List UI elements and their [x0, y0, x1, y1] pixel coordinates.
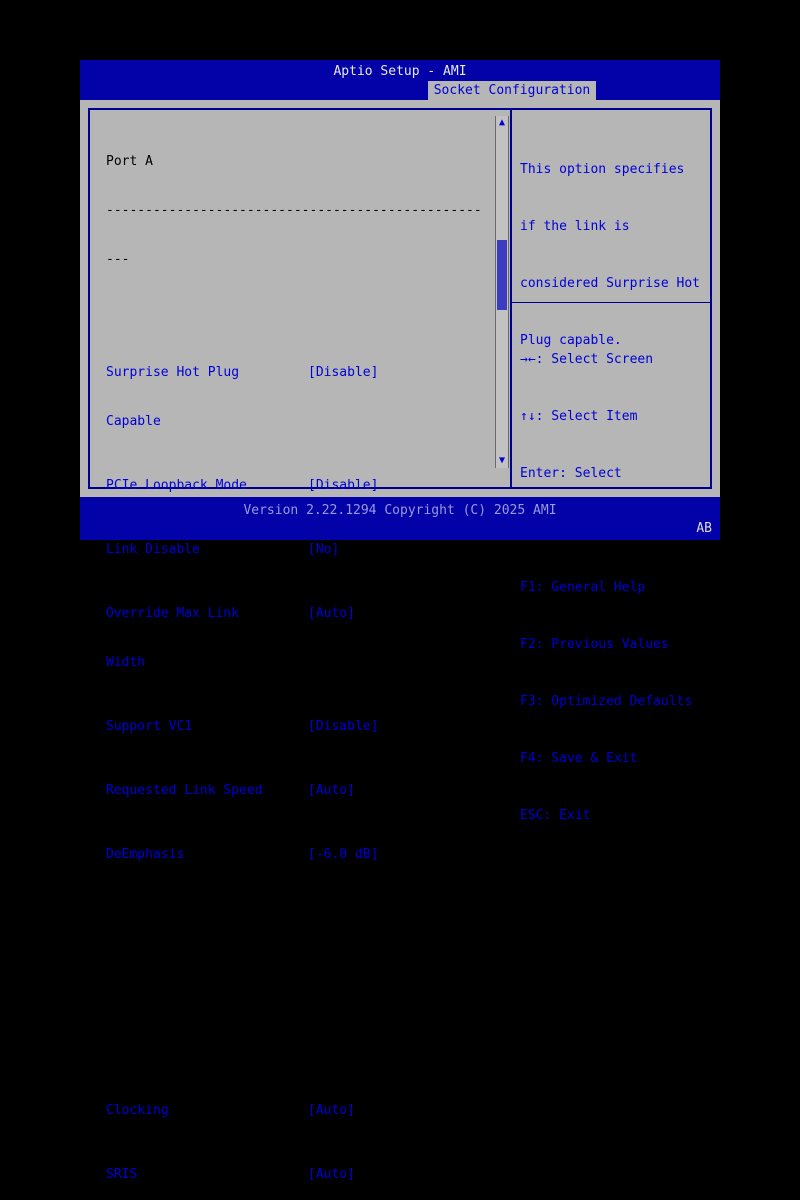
option-clocking[interactable]: Clocking [Auto]	[106, 1101, 486, 1120]
scrollbar[interactable]: ▲ ▼	[495, 116, 509, 468]
option-label: Support VC1	[106, 719, 193, 734]
options-panel: Port A ---------------------------------…	[90, 110, 512, 1182]
info-label: Current Link Width	[106, 975, 247, 990]
tab-socket-configuration[interactable]: Socket Configuration	[428, 81, 596, 100]
info-label: Max Link Width	[106, 911, 216, 926]
option-label: Requested Link Speed	[106, 783, 263, 798]
option-label: Link Disable	[106, 542, 200, 557]
option-sris[interactable]: SRIS [Auto]	[106, 1165, 486, 1184]
option-label: Clocking	[106, 1103, 169, 1118]
page-title: Aptio Setup - AMI	[333, 64, 467, 79]
help-line: This option specifies	[520, 162, 685, 177]
key-legend: →←: Select Screen ↑↓: Select Item Enter:…	[520, 312, 708, 863]
option-pcie-loopback-mode[interactable]: PCIe Loopback Mode [Disable]	[106, 476, 486, 495]
header-bar: Aptio Setup - AMI Socket Configuration	[80, 60, 720, 100]
option-label: PCIe Loopback Mode	[106, 478, 247, 493]
option-override-max-link-width-line2[interactable]: Width	[106, 653, 486, 672]
info-current-link-speed: Current Link Speed Gen2 (5.0 GT/s)	[106, 1037, 486, 1056]
option-label-wrap: Capable	[106, 414, 161, 429]
info-value: Width x1	[308, 975, 371, 990]
key-hint-f3: F3: Optimized Defaults	[520, 694, 693, 709]
corner-label: AB	[696, 521, 712, 536]
option-value: [Auto]	[308, 1103, 355, 1118]
info-current-link-width: Current Link Width Width x1	[106, 973, 486, 992]
option-label-wrap: Width	[106, 655, 146, 670]
option-link-disable[interactable]: Link Disable [No]	[106, 540, 486, 559]
scroll-up-icon[interactable]: ▲	[496, 116, 508, 130]
key-hint-select-screen: →←: Select Screen	[520, 352, 654, 367]
version-text: Version 2.22.1294 Copyright (C) 2025 AMI	[243, 503, 557, 518]
option-value: [Disable]	[308, 478, 379, 493]
option-value: [-6.0 dB]	[308, 847, 379, 862]
option-value: [Auto]	[308, 783, 355, 798]
help-line: if the link is	[520, 219, 630, 234]
key-hint-enter: Enter: Select	[520, 466, 622, 481]
help-line: considered Surprise Hot	[520, 276, 701, 291]
key-hint-esc: ESC: Exit	[520, 808, 591, 823]
info-value: Max Width x2	[308, 911, 402, 926]
option-value: [Disable]	[308, 719, 379, 734]
option-label: SRIS	[106, 1167, 138, 1182]
options-list: Port A ---------------------------------…	[106, 122, 486, 1200]
option-value: [Auto]	[308, 1167, 355, 1182]
panel-box: Port A ---------------------------------…	[88, 108, 712, 1182]
key-hint-f4: F4: Save & Exit	[520, 751, 638, 766]
option-value: [Disable]	[308, 365, 379, 380]
separator-line-wrap: ---	[106, 252, 130, 267]
option-label: Override Max Link	[106, 606, 240, 621]
section-heading: Port A	[106, 154, 153, 169]
key-hint-select-item: ↑↓: Select Item	[520, 409, 638, 424]
option-value: [No]	[308, 542, 340, 557]
help-panel: This option specifies if the link is con…	[512, 110, 710, 823]
option-label: DeEmphasis	[106, 847, 185, 862]
main-area: Port A ---------------------------------…	[80, 100, 720, 1182]
separator-line: ----------------------------------------…	[106, 203, 482, 218]
option-surprise-hot-plug-capable[interactable]: Surprise Hot Plug [Disable]	[106, 363, 486, 382]
option-label: Surprise Hot Plug	[106, 365, 240, 380]
option-deemphasis[interactable]: DeEmphasis [-6.0 dB]	[106, 845, 486, 864]
footer-bar: Version 2.22.1294 Copyright (C) 2025 AMI…	[80, 497, 720, 540]
info-value: Gen2 (5.0 GT/s)	[308, 1039, 426, 1054]
scrollbar-thumb[interactable]	[497, 240, 507, 310]
option-surprise-hot-plug-capable-line2[interactable]: Capable	[106, 412, 486, 431]
key-hint-f2: F2: Previous Values	[520, 637, 669, 652]
key-hint-f1: F1: General Help	[520, 580, 646, 595]
scroll-down-icon[interactable]: ▼	[496, 454, 508, 468]
option-override-max-link-width[interactable]: Override Max Link [Auto]	[106, 604, 486, 623]
help-legend-divider	[512, 302, 710, 303]
option-value: [Auto]	[308, 606, 355, 621]
info-max-link-width: Max Link Width Max Width x2	[106, 909, 486, 928]
option-requested-link-speed[interactable]: Requested Link Speed [Auto]	[106, 781, 486, 800]
bios-screen: Aptio Setup - AMI Socket Configuration P…	[80, 60, 720, 1182]
option-support-vc1[interactable]: Support VC1 [Disable]	[106, 717, 486, 736]
info-label: Current Link Speed	[106, 1039, 247, 1054]
